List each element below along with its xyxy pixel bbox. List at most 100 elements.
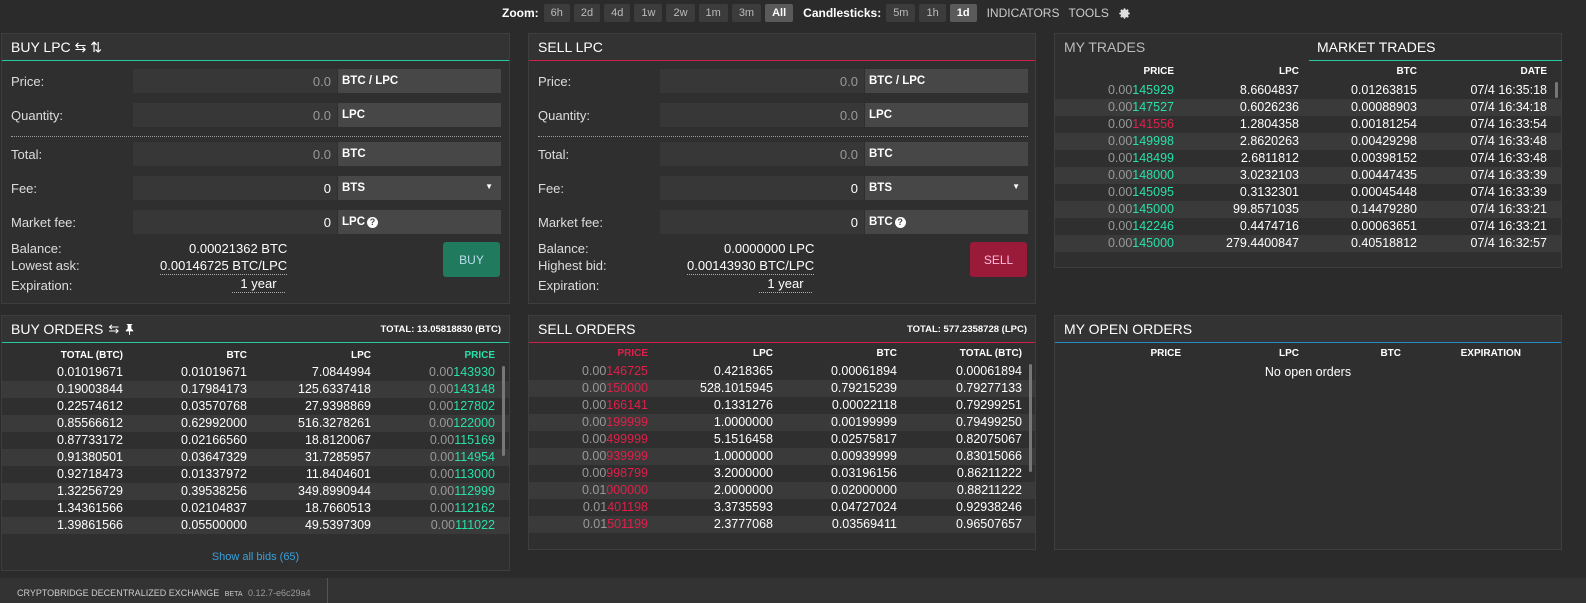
sell-price-input[interactable]: 0.0: [660, 69, 864, 93]
bid-total: 0.19003844: [56, 382, 123, 396]
swap-icon[interactable]: ⇆ ⇅: [75, 39, 102, 56]
sell-total-input[interactable]: 0.0: [660, 142, 864, 166]
zoom-2w-button[interactable]: 2w: [666, 4, 695, 22]
trade-row[interactable]: 0.00142246 0.4474716 0.00063651 07/4 16:33:…: [1055, 218, 1561, 235]
price-digits: 149998: [1132, 134, 1174, 148]
bid-row[interactable]: 0.01019671 0.01019671 7.0844994 0.00143930: [2, 364, 509, 381]
trade-row[interactable]: 0.00145000 279.4400847 0.40518812 07/4 16:3…: [1055, 235, 1561, 252]
ask-row[interactable]: 0.00199999 1.0000000 0.00199999 0.79499250: [529, 414, 1035, 431]
sell-expiration-value[interactable]: 1 year: [759, 276, 812, 293]
tab-market-trades[interactable]: MARKET TRADES: [1309, 34, 1562, 61]
sell-market-fee-unit: BTC?: [865, 210, 1028, 234]
show-all-bids-link[interactable]: Show all bids (65): [2, 551, 509, 563]
gear-icon[interactable]: [1118, 7, 1131, 20]
buy-quantity-input[interactable]: 0.0: [133, 103, 337, 127]
price-cell: 0.00149998: [1108, 134, 1174, 148]
ask-row[interactable]: 0.00150000 528.1015945 0.79215239 0.7927713…: [529, 380, 1035, 397]
zoom-1m-button[interactable]: 1m: [698, 4, 728, 22]
highest-bid-value[interactable]: 0.00143930 BTC/LPC: [687, 258, 815, 275]
bid-row[interactable]: 1.32256729 0.39538256 349.8990944 0.0011299…: [2, 483, 509, 500]
sell-market-fee-value: 0: [660, 210, 864, 234]
ask-row[interactable]: 0.00939999 1.0000000 0.00939999 0.83015066: [529, 448, 1035, 465]
bid-lpc: 125.6337418: [298, 382, 371, 396]
ask-row[interactable]: 0.01401198 3.3735593 0.04727024 0.92938246: [529, 499, 1035, 516]
trade-row[interactable]: 0.00148000 3.0232103 0.00447435 07/4 16:33:…: [1055, 167, 1561, 184]
scrollbar[interactable]: [502, 366, 505, 456]
scrollbar[interactable]: [1555, 82, 1558, 98]
ask-row[interactable]: 0.01501199 2.3777068 0.03569411 0.96507657: [529, 516, 1035, 533]
trades-panel: MY TRADES MARKET TRADES PRICE LPC BTC DA…: [1054, 33, 1562, 268]
ask-row[interactable]: 0.00499999 5.1516458 0.02575817 0.82075067: [529, 431, 1035, 448]
price-cell: 0.00939999: [582, 449, 648, 463]
zoom-1w-button[interactable]: 1w: [634, 4, 663, 22]
scrollbar[interactable]: [1029, 364, 1032, 472]
buy-expiration-value[interactable]: 1 year: [232, 276, 285, 293]
trade-row[interactable]: 0.00148499 2.6811812 0.00398152 07/4 16:33:…: [1055, 150, 1561, 167]
price-prefix: 0.00: [429, 467, 455, 481]
trade-row[interactable]: 0.00145095 0.3132301 0.00045448 07/4 16:33:…: [1055, 184, 1561, 201]
candle-1h-button[interactable]: 1h: [919, 4, 946, 22]
candle-5m-button[interactable]: 5m: [886, 4, 916, 22]
zoom-3m-button[interactable]: 3m: [731, 4, 762, 22]
ask-row[interactable]: 0.00166141 0.1331276 0.00022118 0.79299251: [529, 397, 1035, 414]
trade-row[interactable]: 0.00145000 99.8571035 0.14479280 07/4 16:33…: [1055, 201, 1561, 218]
bid-row[interactable]: 0.22574612 0.03570768 27.9398869 0.00127802: [2, 398, 509, 415]
price-cell: 0.00166141: [582, 398, 648, 412]
trade-row[interactable]: 0.00149998 2.8620263 0.00429298 07/4 16:33:…: [1055, 133, 1561, 150]
tab-my-trades[interactable]: MY TRADES: [1064, 39, 1145, 55]
sell-fee-select[interactable]: BTS ▼: [865, 176, 1028, 200]
buy-price-unit: BTC / LPC: [338, 69, 501, 93]
buy-fee-select[interactable]: BTS ▼: [338, 176, 501, 200]
price-prefix: 0.00: [1107, 151, 1133, 165]
price-cell: 0.01000000: [582, 483, 648, 497]
candle-1d-button[interactable]: 1d: [949, 4, 977, 22]
bid-row[interactable]: 0.91380501 0.03647329 31.7285957 0.00114954: [2, 449, 509, 466]
sell-quantity-input[interactable]: 0.0: [660, 103, 864, 127]
zoom-2d-button[interactable]: 2d: [573, 4, 601, 22]
sell-total-unit: BTC: [865, 142, 1028, 166]
version: 0.12.7-e6c29a4: [248, 588, 311, 598]
ask-row[interactable]: 0.00998799 3.2000000 0.03196156 0.86211222: [529, 465, 1035, 482]
buy-button[interactable]: BUY: [443, 242, 500, 277]
pin-icon[interactable]: [124, 323, 135, 335]
bid-row[interactable]: 0.87733172 0.02166560 18.8120067 0.00115169: [2, 432, 509, 449]
ask-row[interactable]: 0.00146725 0.4218365 0.00061894 0.00061894: [529, 363, 1035, 380]
zoom-4d-button[interactable]: 4d: [604, 4, 631, 22]
help-icon[interactable]: ?: [894, 217, 906, 228]
bid-row[interactable]: 0.92718473 0.01337972 11.8404601 0.00113000: [2, 466, 509, 483]
sell-panel: SELL LPC Price: 0.0 BTC / LPC Quantity: …: [528, 33, 1036, 304]
bid-row[interactable]: 0.19003844 0.17984173 125.6337418 0.0014314…: [2, 381, 509, 398]
expiration-label: Expiration:: [11, 278, 73, 293]
bid-row[interactable]: 1.39861566 0.05500000 49.5397309 0.00111022: [2, 517, 509, 534]
ask-btc: 0.04727024: [830, 500, 897, 514]
sell-title: SELL LPC: [538, 39, 603, 55]
buy-total-input[interactable]: 0.0: [133, 142, 337, 166]
lowest-ask-value[interactable]: 0.00146725 BTC/LPC: [160, 258, 288, 275]
trade-row[interactable]: 0.00141556 1.2804358 0.00181254 07/4 16:33:…: [1055, 116, 1561, 133]
buy-orders-panel: BUY ORDERS ⇆ TOTAL: 13.05818830 (BTC) TO…: [1, 315, 510, 571]
sell-button[interactable]: SELL: [970, 242, 1027, 277]
bid-row[interactable]: 0.85566612 0.62992000 516.3278261 0.0012200…: [2, 415, 509, 432]
price-cell: 0.00148499: [1108, 151, 1174, 165]
zoom-All-button[interactable]: All: [765, 4, 794, 22]
price-prefix: 0.00: [430, 518, 456, 532]
trade-row[interactable]: 0.00145929 8.6604837 0.01263815 07/4 16:35:…: [1055, 82, 1561, 99]
bid-row[interactable]: 1.34361566 0.02104837 18.7660513 0.00112162: [2, 500, 509, 517]
bid-lpc: 516.3278261: [298, 416, 371, 430]
chart-toolbar: Zoom: 6h 2d 4d 1w 2w 1m 3m All Candlesticks: 5m…: [0, 0, 1586, 24]
buy-price-input[interactable]: 0.0: [133, 69, 337, 93]
price-digits: 150000: [606, 381, 648, 395]
ask-row[interactable]: 0.01000000 2.0000000 0.02000000 0.88211222: [529, 482, 1035, 499]
sell-orders-header: SELL ORDERS TOTAL: 577.2358728 (LPC): [529, 316, 1035, 343]
tools-button[interactable]: TOOLS: [1068, 6, 1108, 20]
fee-label: Fee:: [11, 181, 38, 196]
price-prefix: 0.00: [1107, 185, 1133, 199]
swap-icon[interactable]: ⇆: [108, 321, 119, 337]
price-prefix: 0.00: [581, 364, 607, 378]
zoom-6h-button[interactable]: 6h: [543, 4, 570, 22]
trade-btc: 0.00181254: [1350, 117, 1417, 131]
indicators-button[interactable]: INDICATORS: [987, 6, 1060, 20]
no-open-orders: No open orders: [1264, 365, 1352, 379]
trade-row[interactable]: 0.00147527 0.6026236 0.00088903 07/4 16:34:…: [1055, 99, 1561, 116]
help-icon[interactable]: ?: [367, 217, 378, 228]
